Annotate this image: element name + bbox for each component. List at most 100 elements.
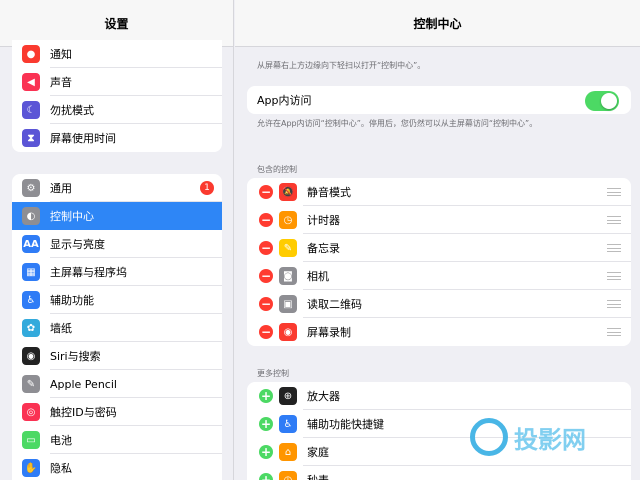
remove-control-button[interactable]: − (259, 213, 273, 227)
timer-icon: ◷ (279, 211, 297, 229)
remove-control-button[interactable]: − (259, 297, 273, 311)
notification-icon: ● (22, 45, 40, 63)
sidebar-item[interactable]: ✿ 墙纸 (12, 314, 222, 342)
control-row: − ▣ 读取二维码 (247, 290, 631, 318)
accessibility-icon: ♿ (22, 291, 40, 309)
control-row: − ◙ 相机 (247, 262, 631, 290)
add-control-button[interactable]: + (259, 473, 273, 480)
wallpaper-icon: ✿ (22, 319, 40, 337)
sidebar-item[interactable]: AA 显示与亮度 (12, 230, 222, 258)
pencil-icon: ✎ (22, 375, 40, 393)
control-center-icon: ◐ (22, 207, 40, 225)
sidebar-item-label: Apple Pencil (50, 377, 117, 391)
add-control-button[interactable]: + (259, 389, 273, 403)
control-label: 家庭 (307, 446, 329, 459)
control-row: − 🔕 静音模式 (247, 178, 631, 206)
sidebar-item-label: 控制中心 (50, 210, 94, 223)
sidebar-item-label: 触控ID与密码 (50, 406, 117, 419)
app-access-row: App内访问 (247, 86, 631, 114)
control-row: − ◉ 屏幕录制 (247, 318, 631, 346)
sidebar-item-label: 通知 (50, 48, 72, 61)
sidebar-item[interactable]: ▭ 电池 (12, 426, 222, 454)
sidebar-item-label: 声音 (50, 76, 72, 89)
control-label: 备忘录 (307, 242, 340, 255)
reorder-handle-icon[interactable] (607, 272, 621, 280)
remove-control-button[interactable]: − (259, 241, 273, 255)
control-label: 辅助功能快捷键 (307, 418, 384, 431)
sidebar: 设置 ● 通知 ◀ 声音 ☾ 勿扰模式 ⧗ 屏幕使用时间 ⚙ 通用 1 ◐ 控制中心 AA 显示与亮度 ▦ 主… (0, 0, 234, 480)
app-access-toggle[interactable] (585, 91, 619, 111)
control-label: 放大器 (307, 390, 340, 403)
sidebar-item[interactable]: ◎ 触控ID与密码 (12, 398, 222, 426)
qr-code-icon: ▣ (279, 295, 297, 313)
app-access-group: App内访问 (247, 86, 631, 114)
sidebar-item[interactable]: ♿ 辅助功能 (12, 286, 222, 314)
home-icon: ⌂ (279, 443, 297, 461)
sidebar-item-label: 勿扰模式 (50, 104, 94, 117)
sidebar-item[interactable]: ⧗ 屏幕使用时间 (12, 124, 222, 152)
sidebar-item[interactable]: ☾ 勿扰模式 (12, 96, 222, 124)
stopwatch-icon: ◷ (279, 471, 297, 480)
app-access-label: App内访问 (257, 94, 312, 107)
sound-icon: ◀ (22, 73, 40, 91)
sidebar-item-label: 主屏幕与程序坞 (50, 266, 127, 279)
control-row: + ♿ 辅助功能快捷键 (247, 410, 631, 438)
sidebar-item[interactable]: ✋ 隐私 (12, 454, 222, 480)
moon-icon: ☾ (22, 101, 40, 119)
included-section-title: 包含的控制 (257, 165, 297, 174)
reorder-handle-icon[interactable] (607, 328, 621, 336)
battery-icon: ▭ (22, 431, 40, 449)
more-controls-list: + ⊕ 放大器 + ♿ 辅助功能快捷键 + ⌂ 家庭 + ◷ 秒表 (247, 382, 631, 480)
control-label: 计时器 (307, 214, 340, 227)
sidebar-item[interactable]: ◀ 声音 (12, 68, 222, 96)
page-title: 控制中心 (235, 0, 640, 47)
toggle-knob (601, 93, 617, 109)
control-label: 屏幕录制 (307, 326, 351, 339)
reorder-handle-icon[interactable] (607, 188, 621, 196)
notification-badge: 1 (200, 181, 214, 195)
control-label: 静音模式 (307, 186, 351, 199)
control-row: + ◷ 秒表 (247, 466, 631, 480)
remove-control-button[interactable]: − (259, 185, 273, 199)
gear-icon: ⚙ (22, 179, 40, 197)
magnifier-icon: ⊕ (279, 387, 297, 405)
control-row: − ◷ 计时器 (247, 206, 631, 234)
sidebar-group-2: ⚙ 通用 1 ◐ 控制中心 AA 显示与亮度 ▦ 主屏幕与程序坞 ♿ 辅助功能 ✿ 墙纸 ◉ Siri与搜索… (12, 174, 222, 480)
app-access-note: 允许在App内访问“控制中心”。停用后，您仍然可以从主屏幕访问“控制中心”。 (257, 119, 538, 128)
sidebar-item[interactable]: ✎ Apple Pencil (12, 370, 222, 398)
control-row: − ✎ 备忘录 (247, 234, 631, 262)
home-screen-icon: ▦ (22, 263, 40, 281)
sidebar-item[interactable]: ◉ Siri与搜索 (12, 342, 222, 370)
sidebar-item-label: 显示与亮度 (50, 238, 105, 251)
sidebar-item[interactable]: ▦ 主屏幕与程序坞 (12, 258, 222, 286)
reorder-handle-icon[interactable] (607, 300, 621, 308)
hourglass-icon: ⧗ (22, 129, 40, 147)
record-icon: ◉ (279, 323, 297, 341)
add-control-button[interactable]: + (259, 417, 273, 431)
sidebar-item[interactable]: ● 通知 (12, 40, 222, 68)
reorder-handle-icon[interactable] (607, 216, 621, 224)
sidebar-item-label: Siri与搜索 (50, 350, 101, 363)
remove-control-button[interactable]: − (259, 325, 273, 339)
camera-icon: ◙ (279, 267, 297, 285)
sidebar-item-label: 通用 (50, 182, 72, 195)
control-label: 读取二维码 (307, 298, 362, 311)
sidebar-item[interactable]: ◐ 控制中心 (12, 202, 222, 230)
control-label: 相机 (307, 270, 329, 283)
remove-control-button[interactable]: − (259, 269, 273, 283)
sidebar-item-label: 墙纸 (50, 322, 72, 335)
fingerprint-icon: ◎ (22, 403, 40, 421)
hand-icon: ✋ (22, 459, 40, 477)
accessibility-shortcut-icon: ♿ (279, 415, 297, 433)
bell-mute-icon: 🔕 (279, 183, 297, 201)
sidebar-item[interactable]: ⚙ 通用 1 (12, 174, 222, 202)
sidebar-item-label: 电池 (50, 434, 72, 447)
reorder-handle-icon[interactable] (607, 244, 621, 252)
notes-icon: ✎ (279, 239, 297, 257)
siri-icon: ◉ (22, 347, 40, 365)
add-control-button[interactable]: + (259, 445, 273, 459)
control-label: 秒表 (307, 472, 631, 480)
included-controls-list: − 🔕 静音模式 − ◷ 计时器 − ✎ 备忘录 − ◙ 相机 − ▣ 读取二维码 − ◉ 屏幕录制 (247, 178, 631, 346)
display-icon: AA (22, 235, 40, 253)
sidebar-item-label: 隐私 (50, 462, 72, 475)
